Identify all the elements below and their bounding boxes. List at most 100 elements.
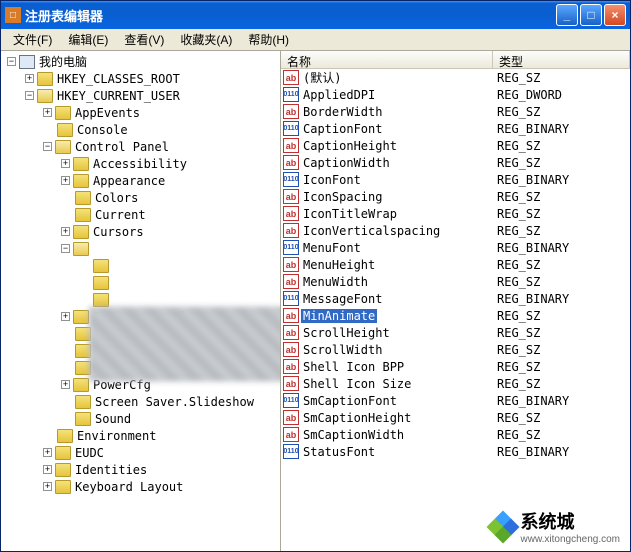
- titlebar[interactable]: □ 注册表编辑器 _ □ ×: [1, 1, 630, 29]
- expand-icon[interactable]: +: [61, 312, 70, 321]
- list-item[interactable]: abIconVerticalspacingREG_SZ: [281, 222, 630, 239]
- minimize-button[interactable]: _: [556, 4, 578, 26]
- list-item[interactable]: abShell Icon SizeREG_SZ: [281, 375, 630, 392]
- list-item[interactable]: abIconTitleWrapREG_SZ: [281, 205, 630, 222]
- value-type: REG_SZ: [493, 190, 630, 204]
- collapse-icon[interactable]: −: [43, 142, 52, 151]
- string-value-icon: ab: [283, 427, 299, 442]
- tree-node[interactable]: +HKEY_CLASSES_ROOT: [1, 70, 280, 87]
- list-item[interactable]: abScrollHeightREG_SZ: [281, 324, 630, 341]
- tree-node[interactable]: +Cursors: [1, 223, 280, 240]
- expand-icon[interactable]: +: [61, 176, 70, 185]
- value-name: StatusFont: [301, 445, 377, 459]
- list-item[interactable]: abCaptionWidthREG_SZ: [281, 154, 630, 171]
- expand-icon[interactable]: +: [25, 74, 34, 83]
- list-item[interactable]: 0110AppliedDPIREG_DWORD: [281, 86, 630, 103]
- menu-help[interactable]: 帮助(H): [240, 29, 297, 50]
- expand-icon[interactable]: +: [43, 448, 52, 457]
- value-name: Shell Icon Size: [301, 377, 413, 391]
- expand-icon[interactable]: +: [43, 482, 52, 491]
- binary-value-icon: 0110: [283, 291, 299, 306]
- value-type: REG_BINARY: [493, 173, 630, 187]
- value-type: REG_BINARY: [493, 445, 630, 459]
- list-item[interactable]: abSmCaptionWidthREG_SZ: [281, 426, 630, 443]
- menu-edit[interactable]: 编辑(E): [60, 29, 116, 50]
- tree-node[interactable]: + AppEvents: [1, 104, 280, 121]
- registry-tree: −我的电脑+HKEY_CLASSES_ROOT−HKEY_CURRENT_USE…: [1, 51, 280, 497]
- tree-node[interactable]: [1, 274, 280, 291]
- tree-node[interactable]: + Appearance: [1, 172, 280, 189]
- value-type: REG_SZ: [493, 343, 630, 357]
- folder-closed-icon: [55, 446, 71, 460]
- list-item[interactable]: 0110CaptionFontREG_BINARY: [281, 120, 630, 137]
- column-name[interactable]: 名称: [281, 51, 493, 68]
- tree-node[interactable]: Environment: [1, 427, 280, 444]
- value-name: MenuWidth: [301, 275, 370, 289]
- value-type: REG_SZ: [493, 71, 630, 85]
- expand-icon[interactable]: +: [43, 465, 52, 474]
- expand-icon[interactable]: +: [43, 108, 52, 117]
- tree-node[interactable]: [1, 291, 280, 308]
- list-item[interactable]: abSmCaptionHeightREG_SZ: [281, 409, 630, 426]
- tree-node[interactable]: Current: [1, 206, 280, 223]
- value-name: Shell Icon BPP: [301, 360, 406, 374]
- tree-node[interactable]: [1, 257, 280, 274]
- list-item[interactable]: abMenuWidthREG_SZ: [281, 273, 630, 290]
- string-value-icon: ab: [283, 410, 299, 425]
- tree-node[interactable]: −我的电脑: [1, 53, 280, 70]
- list-item[interactable]: ab(默认)REG_SZ: [281, 69, 630, 86]
- value-name: SmCaptionWidth: [301, 428, 406, 442]
- list-pane[interactable]: 名称 类型 ab(默认)REG_SZ0110AppliedDPIREG_DWOR…: [281, 51, 630, 551]
- binary-value-icon: 0110: [283, 444, 299, 459]
- tree-node[interactable]: +EUDC: [1, 444, 280, 461]
- expand-icon[interactable]: +: [61, 380, 70, 389]
- close-button[interactable]: ×: [604, 4, 626, 26]
- tree-node[interactable]: −HKEY_CURRENT_USER: [1, 87, 280, 104]
- expand-icon[interactable]: +: [61, 159, 70, 168]
- tree-node-label: AppEvents: [73, 106, 142, 120]
- tree-node[interactable]: Colors: [1, 189, 280, 206]
- value-type: REG_SZ: [493, 258, 630, 272]
- list-item[interactable]: 0110MessageFontREG_BINARY: [281, 290, 630, 307]
- maximize-button[interactable]: □: [580, 4, 602, 26]
- string-value-icon: ab: [283, 376, 299, 391]
- tree-node[interactable]: Sound: [1, 410, 280, 427]
- tree-node[interactable]: −: [1, 240, 280, 257]
- list-item[interactable]: 0110SmCaptionFontREG_BINARY: [281, 392, 630, 409]
- tree-node[interactable]: +Keyboard Layout: [1, 478, 280, 495]
- list-item[interactable]: abMenuHeightREG_SZ: [281, 256, 630, 273]
- collapse-icon[interactable]: −: [7, 57, 16, 66]
- column-type[interactable]: 类型: [493, 51, 630, 68]
- list-item[interactable]: abBorderWidthREG_SZ: [281, 103, 630, 120]
- list-item[interactable]: abCaptionHeightREG_SZ: [281, 137, 630, 154]
- folder-closed-icon: [55, 106, 71, 120]
- menu-file[interactable]: 文件(F): [5, 29, 60, 50]
- folder-closed-icon: [93, 259, 109, 273]
- collapse-icon[interactable]: −: [25, 91, 34, 100]
- menu-favorites[interactable]: 收藏夹(A): [172, 29, 240, 50]
- string-value-icon: ab: [283, 257, 299, 272]
- folder-closed-icon: [75, 412, 91, 426]
- expand-icon[interactable]: +: [61, 227, 70, 236]
- tree-node-label: Appearance: [91, 174, 167, 188]
- value-name: MinAnimate: [301, 309, 377, 323]
- menubar: 文件(F) 编辑(E) 查看(V) 收藏夹(A) 帮助(H): [1, 29, 630, 51]
- menu-view[interactable]: 查看(V): [116, 29, 172, 50]
- tree-node[interactable]: Console: [1, 121, 280, 138]
- string-value-icon: ab: [283, 308, 299, 323]
- tree-node[interactable]: +Identities: [1, 461, 280, 478]
- list-item[interactable]: abScrollWidthREG_SZ: [281, 341, 630, 358]
- list-item[interactable]: abIconSpacingREG_SZ: [281, 188, 630, 205]
- list-item[interactable]: abShell Icon BPPREG_SZ: [281, 358, 630, 375]
- tree-pane[interactable]: −我的电脑+HKEY_CLASSES_ROOT−HKEY_CURRENT_USE…: [1, 51, 281, 551]
- list-item[interactable]: 0110IconFontREG_BINARY: [281, 171, 630, 188]
- tree-node[interactable]: +Accessibility: [1, 155, 280, 172]
- watermark-logo-icon: [489, 513, 517, 541]
- binary-value-icon: 0110: [283, 121, 299, 136]
- collapse-icon[interactable]: −: [61, 244, 70, 253]
- tree-node[interactable]: Screen Saver.Slideshow: [1, 393, 280, 410]
- list-item[interactable]: 0110MenuFontREG_BINARY: [281, 239, 630, 256]
- list-item[interactable]: 0110StatusFont REG_BINARY: [281, 443, 630, 460]
- tree-node[interactable]: −Control Panel: [1, 138, 280, 155]
- list-item[interactable]: abMinAnimateREG_SZ: [281, 307, 630, 324]
